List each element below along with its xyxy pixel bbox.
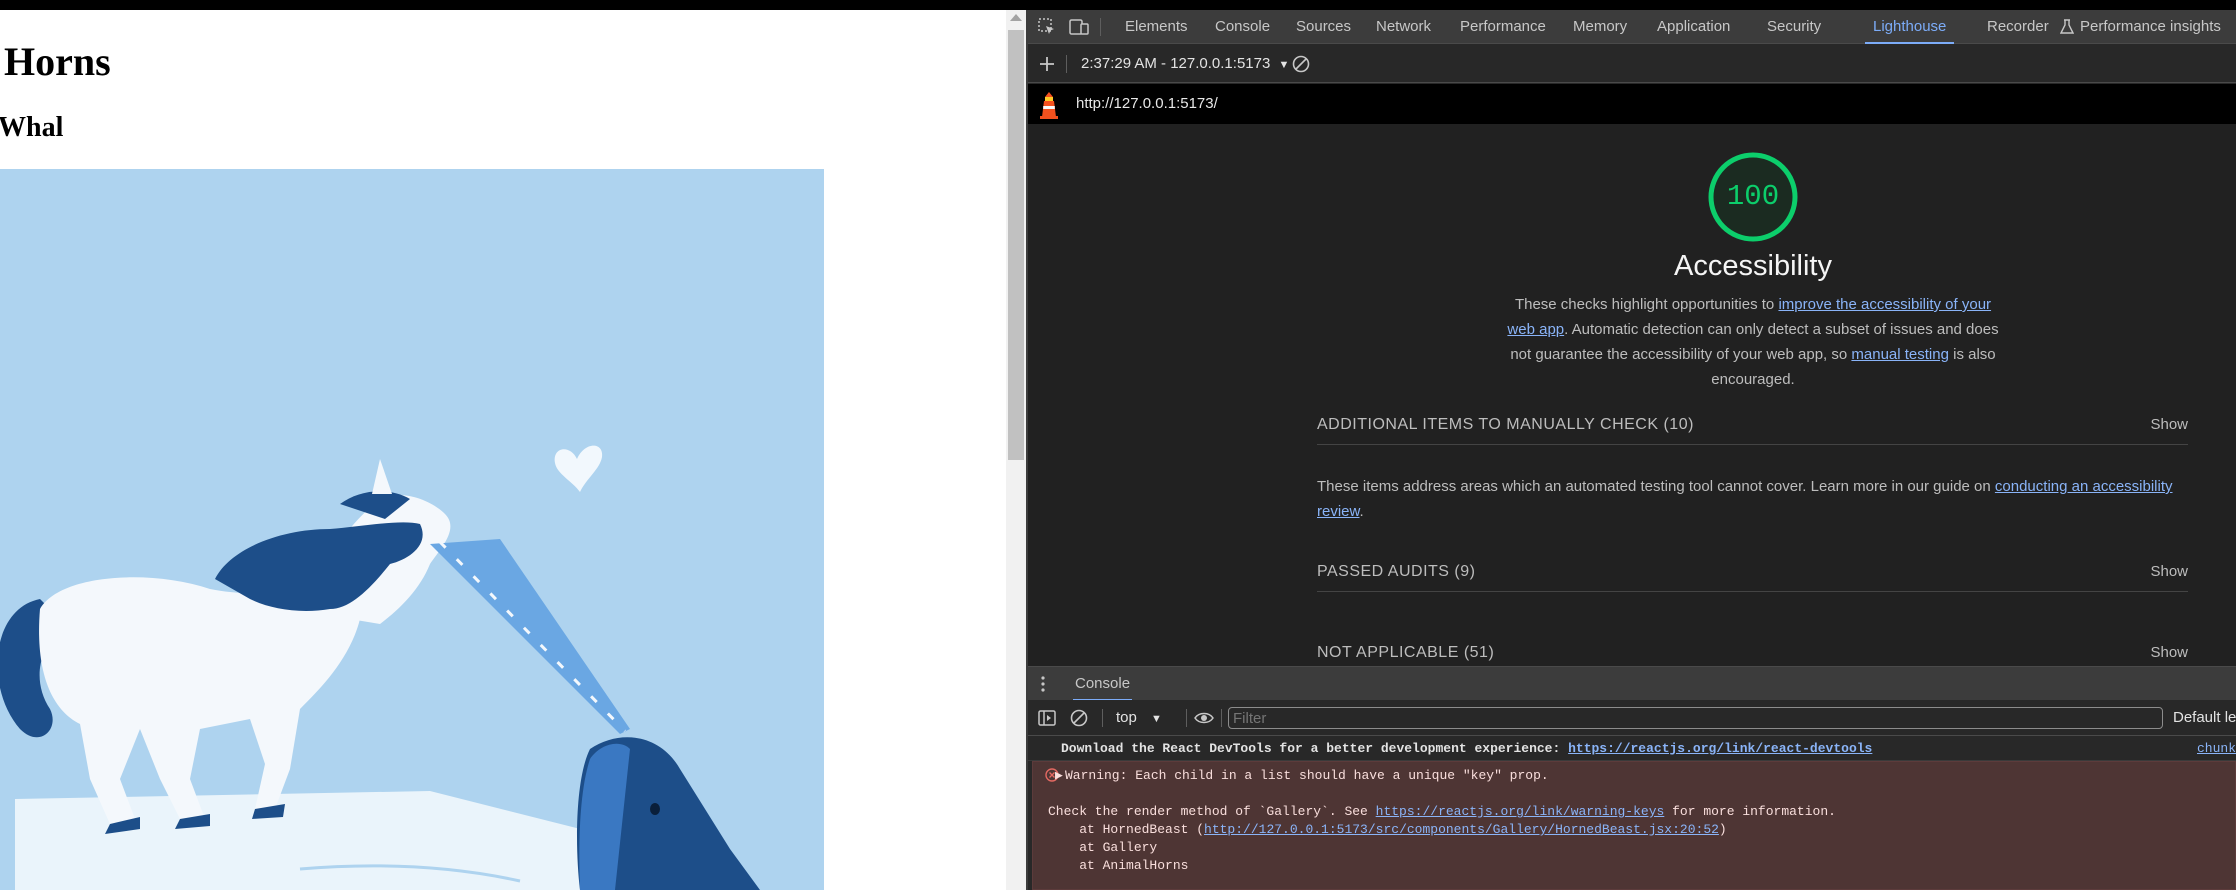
show-toggle[interactable]: Show <box>2150 405 2188 445</box>
manual-check-description: These items address areas which an autom… <box>1317 474 2188 524</box>
message-text: ) <box>1718 822 1727 837</box>
tab-lighthouse[interactable]: Lighthouse <box>1865 10 1955 44</box>
devtools-tab-bar: Elements Console Sources Network Perform… <box>1028 10 2236 44</box>
console-message-error: ▶ Warning: Each child in a list should h… <box>1032 761 2236 890</box>
page-title: Horns <box>4 39 111 84</box>
category-title: Accessibility <box>1674 250 1832 282</box>
group-title: NOT APPLICABLE (51) <box>1317 644 1495 661</box>
category-description: These checks highlight opportunities to … <box>1503 292 2003 392</box>
stack-frame: at AnimalHorns <box>1048 858 1189 873</box>
stack-frame: at Gallery <box>1048 840 1158 855</box>
lighthouse-logo-icon <box>1040 92 1058 119</box>
warning-keys-link[interactable]: https://reactjs.org/link/warning-keys <box>1376 804 1665 819</box>
inspect-element-icon[interactable] <box>1036 16 1058 38</box>
devtools-panel: Elements Console Sources Network Perform… <box>1028 10 2236 890</box>
new-report-plus-icon[interactable] <box>1036 53 1058 75</box>
console-message-info: Download the React DevTools for a better… <box>1028 737 2236 761</box>
device-toolbar-icon[interactable] <box>1068 16 1090 38</box>
beast-image[interactable] <box>0 169 824 890</box>
clear-console-icon[interactable] <box>1068 707 1090 729</box>
message-text-prefix: Download the React DevTools for a better… <box>1061 741 1569 756</box>
toolbar-divider <box>1221 709 1222 727</box>
message-text: for more information. <box>1664 804 1836 819</box>
description-text: . <box>1359 503 1364 520</box>
expand-triangle-icon[interactable]: ▶ <box>1055 767 1063 785</box>
beast-title: Whal <box>0 112 64 143</box>
tab-elements[interactable]: Elements <box>1125 10 1188 44</box>
check-render-line: Check the render method of `Gallery`. Se… <box>1048 803 1836 821</box>
console-filter-input[interactable] <box>1228 707 2163 729</box>
message-text: Download the React DevTools for a better… <box>1061 737 1872 761</box>
page-scrollbar-thumb[interactable] <box>1008 30 1024 460</box>
log-levels-dropdown[interactable]: Default levels <box>2173 700 2236 736</box>
console-messages: Download the React DevTools for a better… <box>1028 737 2236 890</box>
manual-testing-link[interactable]: manual testing <box>1851 346 1949 363</box>
context-value: top <box>1116 709 1137 726</box>
scroll-up-arrow-icon[interactable] <box>1010 14 1022 21</box>
group-title: ADDITIONAL ITEMS TO MANUALLY CHECK (10) <box>1317 416 1694 433</box>
chevron-down-icon: ▼ <box>1151 713 1162 725</box>
web-page: Horns Whal <box>0 10 1006 890</box>
description-text: These checks highlight opportunities to <box>1514 296 1779 313</box>
chevron-down-icon: ▼ <box>1278 59 1290 71</box>
drawer-tab-bar: Console <box>1028 666 2236 701</box>
tab-performance[interactable]: Performance <box>1460 10 1546 44</box>
stack-frame: at HornedBeast (http://127.0.0.1:5173/sr… <box>1048 821 1727 839</box>
group-passed-audits[interactable]: PASSED AUDITS (9) Show <box>1317 552 2188 592</box>
tab-application[interactable]: Application <box>1657 10 1730 44</box>
description-text: These items address areas which an autom… <box>1317 478 1995 495</box>
toolbar-divider <box>1102 709 1103 727</box>
score-value: 100 <box>1726 180 1780 213</box>
tab-security[interactable]: Security <box>1767 10 1821 44</box>
message-source-link[interactable]: chunk <box>2197 737 2236 761</box>
experiment-flask-icon <box>2060 19 2074 34</box>
context-selector[interactable]: top ▼ <box>1116 700 1162 737</box>
report-selector[interactable]: 2:37:29 AM - 127.0.0.1:5173 ▼ <box>1081 45 1289 83</box>
message-text: Check the render method of `Gallery`. Se… <box>1048 804 1376 819</box>
drawer-tab-console[interactable]: Console <box>1073 667 1133 701</box>
hornedbeast-source-link[interactable]: http://127.0.0.1:5173/src/components/Gal… <box>1204 822 1719 837</box>
react-devtools-link[interactable]: https://reactjs.org/link/react-devtools <box>1568 741 1872 756</box>
tab-recorder[interactable]: Recorder <box>1987 10 2049 44</box>
tab-console[interactable]: Console <box>1215 10 1270 44</box>
group-not-applicable[interactable]: NOT APPLICABLE (51) Show <box>1317 633 2188 666</box>
lighthouse-toolbar: 2:37:29 AM - 127.0.0.1:5173 ▼ <box>1028 45 2236 83</box>
toolbar-divider <box>1100 18 1101 36</box>
tab-performance-insights[interactable]: Performance insights <box>2080 10 2221 44</box>
toolbar-divider <box>1066 55 1067 73</box>
console-toolbar: top ▼ Default levels <box>1028 700 2236 736</box>
show-toggle[interactable]: Show <box>2150 633 2188 666</box>
group-manual-check[interactable]: ADDITIONAL ITEMS TO MANUALLY CHECK (10) … <box>1317 405 2188 445</box>
warning-heading[interactable]: Warning: Each child in a list should hav… <box>1065 767 1549 785</box>
show-toggle[interactable]: Show <box>2150 552 2188 592</box>
lighthouse-report: 100 Accessibility These checks highlight… <box>1028 124 2236 666</box>
toolbar-divider <box>1186 709 1187 727</box>
clear-reports-icon[interactable] <box>1290 53 1312 75</box>
tab-sources[interactable]: Sources <box>1296 10 1351 44</box>
drawer-menu-icon[interactable] <box>1041 674 1045 694</box>
group-title: PASSED AUDITS (9) <box>1317 563 1476 580</box>
report-url-bar: http://127.0.0.1:5173/ <box>1028 84 2236 124</box>
live-expression-eye-icon[interactable] <box>1193 707 1215 729</box>
tab-memory[interactable]: Memory <box>1573 10 1627 44</box>
sidebar-toggle-icon[interactable] <box>1036 707 1058 729</box>
message-text: at HornedBeast ( <box>1048 822 1205 837</box>
report-selector-value: 2:37:29 AM - 127.0.0.1:5173 <box>1081 55 1271 72</box>
report-url[interactable]: http://127.0.0.1:5173/ <box>1076 84 1218 124</box>
tab-network[interactable]: Network <box>1376 10 1431 44</box>
